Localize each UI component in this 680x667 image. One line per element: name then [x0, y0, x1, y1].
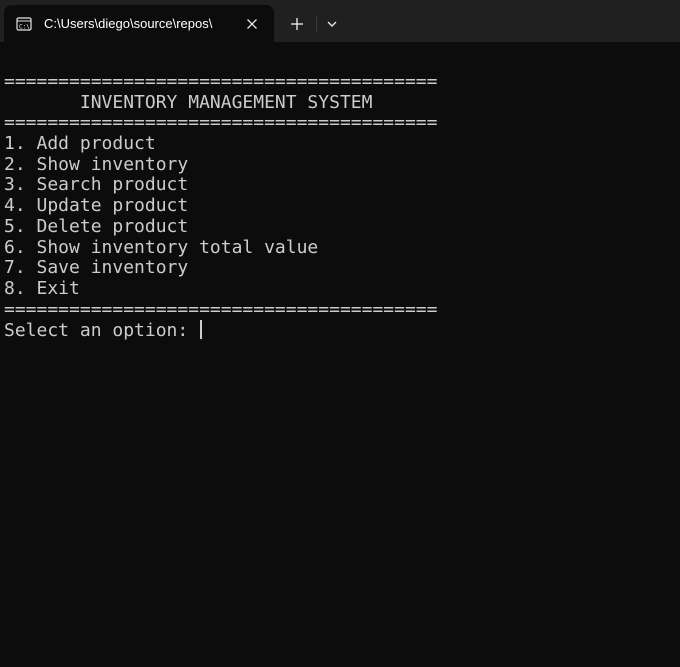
terminal-icon: C:\	[16, 16, 32, 31]
menu-item: 7. Save inventory	[4, 257, 189, 279]
profile-dropdown-button[interactable]	[319, 11, 345, 37]
terminal-tab[interactable]: C:\ C:\Users\diego\source\repos\	[4, 5, 274, 42]
menu-item: 3. Search product	[4, 174, 189, 196]
menu-item: 5. Delete product	[4, 215, 189, 237]
tab-divider	[316, 16, 317, 32]
menu-header: INVENTORY MANAGEMENT SYSTEM	[4, 91, 373, 113]
prompt-line[interactable]: Select an option:	[4, 320, 680, 341]
plus-icon	[291, 18, 303, 30]
menu-item: 4. Update product	[4, 195, 189, 217]
menu-item: 8. Exit	[4, 277, 80, 299]
menu-item: 6. Show inventory total value	[4, 236, 319, 258]
menu-item: 2. Show inventory	[4, 153, 189, 175]
menu-item: 1. Add product	[4, 133, 156, 155]
close-tab-button[interactable]	[240, 12, 264, 36]
tab-title: C:\Users\diego\source\repos\	[44, 16, 213, 31]
separator-line: ========================================	[4, 71, 438, 92]
svg-text:C:\: C:\	[19, 23, 30, 30]
separator-line: ========================================	[4, 112, 438, 134]
chevron-down-icon	[327, 21, 337, 27]
title-bar: C:\ C:\Users\diego\source\repos\	[0, 0, 680, 42]
separator-line: ========================================	[4, 298, 438, 320]
close-icon	[247, 18, 257, 29]
terminal-output[interactable]: ========================================…	[0, 42, 680, 667]
text-cursor	[200, 320, 203, 340]
new-tab-button[interactable]	[284, 11, 310, 37]
prompt-text: Select an option:	[4, 320, 200, 342]
